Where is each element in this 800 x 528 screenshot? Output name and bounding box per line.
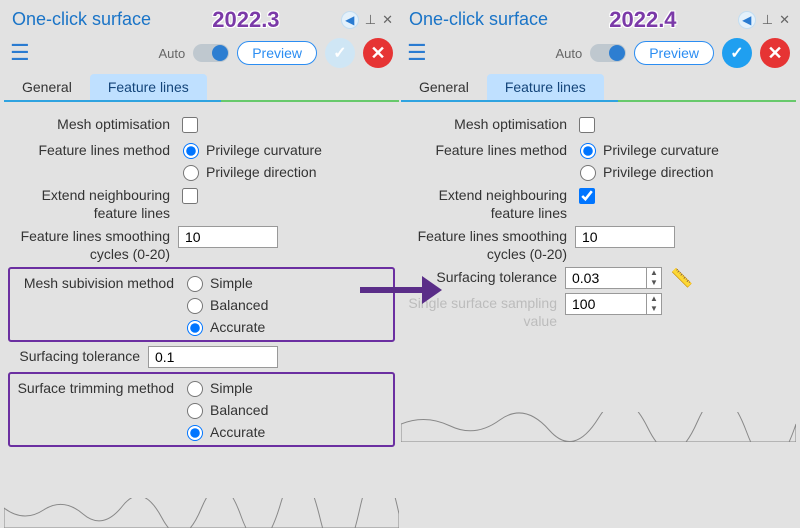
subdiv-accurate-label: Accurate (210, 319, 265, 335)
panel-title: One-click surface (409, 9, 548, 30)
ok-button[interactable]: ✓ (722, 38, 752, 68)
fl-method-curvature-label: Privilege curvature (603, 142, 719, 158)
mesh-opt-checkbox[interactable] (579, 117, 595, 133)
hamburger-menu-icon[interactable]: ☰ (10, 40, 30, 66)
subdiv-accurate-radio[interactable] (187, 320, 203, 336)
cancel-button[interactable]: ✕ (363, 38, 393, 68)
auto-toggle[interactable] (590, 44, 626, 62)
hamburger-menu-icon[interactable]: ☰ (407, 40, 427, 66)
ruler-icon[interactable]: 📏 (671, 268, 693, 289)
sampling-spinner: ▲▼ (565, 293, 662, 315)
tab-bar: General Feature lines (401, 72, 796, 102)
spin-up-icon: ▲ (647, 294, 661, 304)
fl-method-direction-radio[interactable] (580, 165, 596, 181)
subdiv-simple-radio[interactable] (187, 276, 203, 292)
tab-feature-lines[interactable]: Feature lines (487, 74, 604, 102)
trim-accurate-label: Accurate (210, 424, 265, 440)
surf-tol-input[interactable] (566, 268, 646, 288)
panel-title: One-click surface (12, 9, 151, 30)
titlebar: One-click surface 2022.3 ◀ ⊥ ✕ (4, 4, 399, 32)
comparison-canvas: One-click surface 2022.3 ◀ ⊥ ✕ ☰ Auto Pr… (0, 0, 800, 528)
surf-tol-spinner[interactable]: ▲▼ (565, 267, 662, 289)
window-controls: ◀ ⊥ ✕ (738, 11, 790, 29)
mesh-opt-label: Mesh optimisation (8, 114, 178, 134)
spin-down-icon[interactable]: ▼ (647, 278, 661, 288)
smooth-label: Feature lines smoothing cycles (0-20) (8, 226, 178, 263)
tab-general[interactable]: General (4, 74, 90, 102)
collapse-icon[interactable]: ◀ (738, 11, 756, 29)
highlight-surface-trimming: Surface trimming method Simple Balanced … (8, 372, 395, 447)
fl-method-direction-label: Privilege direction (603, 164, 714, 180)
close-icon[interactable]: ✕ (779, 12, 790, 28)
mesh-opt-label: Mesh optimisation (405, 114, 575, 134)
trim-simple-label: Simple (210, 380, 253, 396)
fl-method-label: Feature lines method (405, 140, 575, 160)
extend-checkbox[interactable] (182, 188, 198, 204)
panel-2022-4: One-click surface 2022.4 ◀ ⊥ ✕ ☰ Auto Pr… (401, 4, 796, 524)
collapse-icon[interactable]: ◀ (341, 11, 359, 29)
auto-toggle[interactable] (193, 44, 229, 62)
close-icon[interactable]: ✕ (382, 12, 393, 28)
fl-method-direction-radio[interactable] (183, 165, 199, 181)
spin-up-icon[interactable]: ▲ (647, 268, 661, 278)
subdiv-balanced-radio[interactable] (187, 298, 203, 314)
panel-2022-3: One-click surface 2022.3 ◀ ⊥ ✕ ☰ Auto Pr… (4, 4, 399, 524)
fl-method-direction-label: Privilege direction (206, 164, 317, 180)
fl-method-curvature-label: Privilege curvature (206, 142, 322, 158)
trim-balanced-radio[interactable] (187, 403, 203, 419)
torn-edge (4, 498, 399, 528)
pin-icon[interactable]: ⊥ (762, 12, 773, 28)
tab-underline (4, 100, 399, 102)
subdiv-balanced-label: Balanced (210, 297, 268, 313)
pin-icon[interactable]: ⊥ (365, 12, 376, 28)
smooth-input[interactable] (575, 226, 675, 248)
surf-tol-label: Surfacing tolerance (8, 346, 148, 366)
action-row: ☰ Auto Preview ✓ ✕ (401, 32, 796, 72)
auto-label: Auto (158, 46, 185, 61)
extend-label: Extend neighbouring feature lines (8, 185, 178, 222)
form: Mesh optimisation Feature lines method P… (4, 102, 399, 447)
highlight-mesh-subdivision: Mesh subivision method Simple Balanced A… (8, 267, 395, 342)
fl-method-label: Feature lines method (8, 140, 178, 160)
auto-label: Auto (555, 46, 582, 61)
version-badge: 2022.4 (609, 7, 676, 33)
spin-down-icon: ▼ (647, 304, 661, 314)
tab-bar: General Feature lines (4, 72, 399, 102)
trim-accurate-radio[interactable] (187, 425, 203, 441)
trim-simple-radio[interactable] (187, 381, 203, 397)
sampling-input (566, 294, 646, 314)
subdiv-simple-label: Simple (210, 275, 253, 291)
version-badge: 2022.3 (212, 7, 279, 33)
ok-button[interactable]: ✓ (325, 38, 355, 68)
tab-general[interactable]: General (401, 74, 487, 102)
tab-feature-lines[interactable]: Feature lines (90, 74, 207, 102)
mesh-opt-checkbox[interactable] (182, 117, 198, 133)
tab-underline (401, 100, 796, 102)
fl-method-curvature-radio[interactable] (580, 143, 596, 159)
sampling-label: Single surface sampling value (405, 293, 565, 330)
extend-checkbox[interactable] (579, 188, 595, 204)
action-row: ☰ Auto Preview ✓ ✕ (4, 32, 399, 72)
window-controls: ◀ ⊥ ✕ (341, 11, 393, 29)
subdiv-label: Mesh subivision method (12, 273, 182, 293)
form: Mesh optimisation Feature lines method P… (401, 102, 796, 330)
surf-tol-input[interactable] (148, 346, 278, 368)
cancel-button[interactable]: ✕ (760, 38, 790, 68)
trim-balanced-label: Balanced (210, 402, 268, 418)
surf-tol-label: Surfacing tolerance (405, 267, 565, 287)
fl-method-curvature-radio[interactable] (183, 143, 199, 159)
torn-edge (401, 412, 796, 442)
extend-label: Extend neighbouring feature lines (405, 185, 575, 222)
preview-button[interactable]: Preview (634, 41, 714, 65)
smooth-input[interactable] (178, 226, 278, 248)
trim-label: Surface trimming method (12, 378, 182, 398)
preview-button[interactable]: Preview (237, 41, 317, 65)
titlebar: One-click surface 2022.4 ◀ ⊥ ✕ (401, 4, 796, 32)
smooth-label: Feature lines smoothing cycles (0-20) (405, 226, 575, 263)
